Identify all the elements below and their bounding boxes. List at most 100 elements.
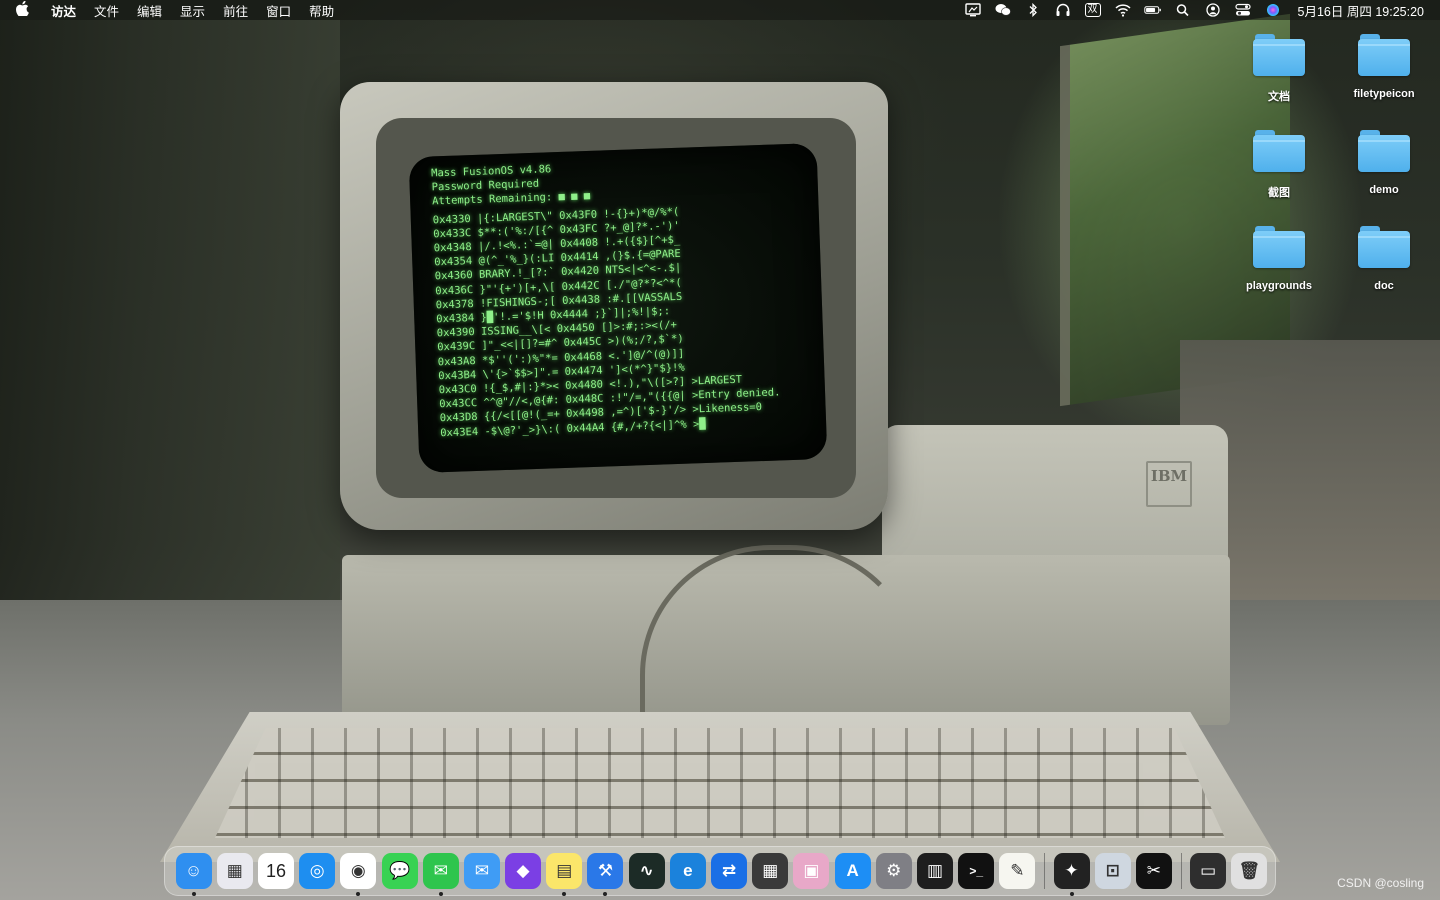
ibm-logo: IBM (1146, 461, 1192, 507)
calendar-icon: 16 (265, 860, 286, 881)
desktop-wallpaper: IBM Mass FusionOS v4.86 Password Required… (0, 0, 1440, 900)
search-icon[interactable] (1174, 3, 1192, 17)
chrome-icon: ◉ (350, 861, 366, 880)
menu-file[interactable]: 文件 (94, 1, 119, 20)
edge-icon: e (683, 861, 693, 880)
dock-app-screen-recorder[interactable]: ▭ (1190, 853, 1227, 889)
github-icon: ◆ (516, 861, 530, 880)
dock-separator (1043, 853, 1045, 889)
dock-app-final-cut-pro[interactable]: ✦ (1053, 853, 1090, 896)
menu-app-name[interactable]: 访达 (51, 1, 76, 20)
dock-app-app-store[interactable]: A (834, 853, 871, 889)
desktop-icon-label: doc (1374, 280, 1394, 292)
app-store-icon: A (846, 861, 859, 880)
dock-app-trash[interactable]: 🗑 (1231, 853, 1268, 889)
dock-app-mail[interactable]: ✉ (463, 853, 500, 889)
capcut-icon: ✂ (1146, 861, 1162, 880)
dock-app-preview-2[interactable]: ⊡ (1094, 853, 1131, 889)
notes-icon: ▤ (556, 861, 573, 880)
dock-app-activity-monitor[interactable]: ∿ (628, 853, 665, 889)
desktop-icon-label: filetypeicon (1353, 88, 1415, 100)
running-indicator (356, 892, 361, 896)
user-icon[interactable] (1204, 3, 1222, 17)
wallpaper-wall (0, 20, 340, 640)
bluetooth-icon[interactable] (1024, 3, 1042, 17)
settings-icon: ⚙ (886, 861, 902, 880)
dock-app-system-settings[interactable]: ⚙ (875, 853, 912, 889)
dock: ☺ ▦ 16 ◎ ◉ 💬 ✉ ✉ ◆ ▤ ⚒ ∿ e ⇄ ▦ ▣ A ⚙ ▥ >_ ✎ ✦ ⊡ ✂ ▭ 🗑 (164, 846, 1276, 896)
wallpaper-crt-screen: Mass FusionOS v4.86 Password Required Atte… (408, 142, 828, 474)
dock-app-chrome[interactable]: ◉ (340, 853, 377, 896)
running-indicator (562, 892, 567, 896)
display-icon[interactable] (964, 3, 982, 17)
desktop-folder-demo[interactable]: demo (1334, 130, 1434, 210)
preview-icon: ▣ (803, 861, 820, 880)
ime-icon[interactable]: 双 (1084, 3, 1102, 17)
dock-app-finder[interactable]: ☺ (175, 853, 212, 896)
dock-app-teamviewer[interactable]: ⇄ (711, 853, 748, 889)
desktop-folder-doc[interactable]: doc (1334, 226, 1434, 306)
dock-app-messages[interactable]: 💬 (381, 853, 418, 889)
safari-icon: ◎ (309, 861, 325, 880)
ime-label: 双 (1084, 3, 1101, 17)
dock-app-launchpad[interactable]: ▦ (216, 853, 253, 889)
desktop-icon-label: demo (1369, 184, 1399, 196)
dock-app-edge[interactable]: e (669, 853, 706, 889)
running-indicator (191, 892, 196, 896)
folder-icon (1253, 226, 1305, 268)
dock-app-capcut[interactable]: ✂ (1135, 853, 1172, 889)
teamviewer-icon: ⇄ (721, 861, 737, 880)
menu-view[interactable]: 显示 (180, 1, 205, 20)
dock-separator (1180, 853, 1182, 889)
dock-app-xcode[interactable]: ⚒ (587, 853, 624, 896)
dock-app-piano[interactable]: ▥ (916, 853, 953, 889)
desktop-folder-filetypeicon[interactable]: filetypeicon (1334, 34, 1434, 114)
headphones-icon[interactable] (1054, 3, 1072, 17)
wechat-icon[interactable] (994, 3, 1012, 17)
dock-app-github-desktop[interactable]: ◆ (505, 853, 542, 889)
dock-app-preview[interactable]: ▣ (793, 853, 830, 889)
desktop-icon-label: 文档 (1268, 91, 1290, 103)
finder-icon: ☺ (184, 861, 203, 880)
dock-app-notes[interactable]: ▤ (546, 853, 583, 896)
desktop-folder-jietu[interactable]: 截图 (1229, 130, 1329, 210)
wifi-icon[interactable] (1114, 3, 1132, 17)
running-indicator (1069, 892, 1074, 896)
wechat-icon: ✉ (433, 861, 448, 880)
dock-app-wechat[interactable]: ✉ (422, 853, 459, 896)
desktop-icon-label: 截图 (1268, 187, 1290, 199)
dock-app-textedit[interactable]: ✎ (999, 853, 1036, 889)
dock-app-terminal[interactable]: >_ (958, 853, 995, 889)
control-center-icon[interactable] (1234, 3, 1252, 17)
menu-edit[interactable]: 编辑 (137, 1, 162, 20)
final-cut-icon: ✦ (1064, 861, 1079, 880)
desktop-folder-wendang[interactable]: 文档 (1229, 34, 1329, 114)
activity-monitor-icon: ∿ (639, 861, 654, 880)
siri-icon[interactable] (1264, 3, 1282, 17)
menu-window[interactable]: 窗口 (266, 1, 291, 20)
battery-icon[interactable] (1143, 3, 1162, 17)
desktop-folder-playgrounds[interactable]: playgrounds (1229, 226, 1329, 306)
running-indicator (603, 892, 608, 896)
menu-bar: 访达 文件 编辑 显示 前往 窗口 帮助 双 5月16日 周四 19:25:20 (0, 0, 1440, 20)
launchpad-icon: ▦ (226, 861, 243, 880)
textedit-icon: ✎ (1010, 861, 1025, 880)
running-indicator (438, 892, 443, 896)
folder-icon (1358, 226, 1410, 268)
crt-terminal-text: Mass FusionOS v4.86 Password Required Atte… (431, 153, 820, 440)
mail-icon: ✉ (474, 861, 490, 880)
watermark: CSDN @cosling (1337, 876, 1424, 890)
dock-app-calendar[interactable]: 16 (257, 853, 294, 889)
folder-icon (1253, 34, 1305, 76)
dock-app-safari[interactable]: ◎ (299, 853, 336, 889)
trash-icon: 🗑 (1238, 861, 1261, 880)
messages-icon: 💬 (388, 861, 411, 880)
desktop-icon-label: playgrounds (1245, 280, 1312, 292)
menubar-clock[interactable]: 5月16日 周四 19:25:20 (1298, 1, 1424, 20)
wallpaper-keys (215, 728, 1225, 838)
xcode-icon: ⚒ (597, 861, 614, 880)
dock-app-calculator[interactable]: ▦ (752, 853, 789, 889)
menu-go[interactable]: 前往 (223, 1, 248, 20)
apple-icon[interactable] (14, 0, 30, 19)
menu-help[interactable]: 帮助 (309, 1, 334, 20)
